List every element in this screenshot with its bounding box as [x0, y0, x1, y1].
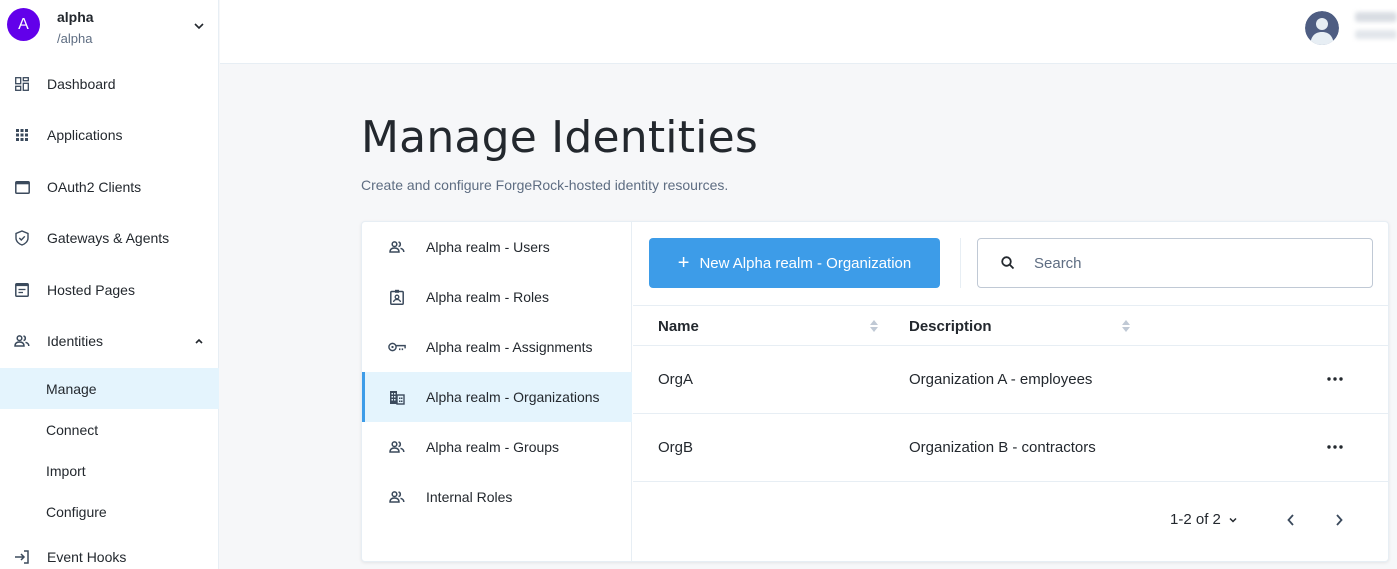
org-description: Organization A - employees: [909, 371, 1093, 388]
more-actions-icon[interactable]: [1325, 440, 1345, 454]
sidebar-item-dashboard[interactable]: Dashboard: [0, 64, 219, 104]
tab-label: Alpha realm - Roles: [426, 289, 549, 305]
people-icon: [388, 438, 406, 456]
building-icon: [388, 388, 406, 406]
realm-switcher[interactable]: A alpha /alpha: [0, 0, 219, 58]
window-icon: [14, 179, 30, 195]
sort-icon[interactable]: [1121, 318, 1131, 334]
key-icon: [388, 338, 406, 356]
people-icon: [388, 488, 406, 506]
identity-type-tabs: Alpha realm - Users Alpha realm - Roles …: [362, 222, 632, 561]
tab-internal-roles[interactable]: Internal Roles: [362, 472, 632, 522]
sidebar-subitem-import[interactable]: Import: [0, 450, 219, 491]
sidebar-subitem-label: Configure: [46, 503, 107, 520]
page-size-dropdown[interactable]: 1-2 of 2: [1170, 511, 1239, 528]
sidebar-item-label: Identities: [47, 333, 104, 349]
realm-name: alpha: [57, 9, 94, 25]
chevron-down-icon: [1229, 517, 1237, 523]
search-input[interactable]: [1034, 239, 1354, 287]
web-page-icon: [14, 282, 30, 298]
tab-alpha-organizations[interactable]: Alpha realm - Organizations: [362, 372, 632, 422]
org-description: Organization B - contractors: [909, 439, 1096, 456]
page-title: Manage Identities: [361, 112, 758, 163]
organizations-panel: + New Alpha realm - Organization Name De…: [633, 222, 1388, 561]
plus-icon: +: [677, 252, 690, 274]
apps-grid-icon: [14, 127, 30, 143]
sidebar-subitem-configure[interactable]: Configure: [0, 491, 219, 532]
login-arrow-icon: [14, 549, 30, 565]
user-silhouette-icon: [1305, 11, 1339, 45]
sidebar-subitem-label: Connect: [46, 421, 99, 438]
sidebar-subitem-label: Import: [46, 462, 86, 479]
page-subtitle: Create and configure ForgeRock-hosted id…: [361, 177, 729, 193]
sidebar-item-event-hooks[interactable]: Event Hooks: [0, 537, 219, 569]
sidebar-item-label: Gateways & Agents: [47, 230, 170, 246]
sidebar-item-label: Event Hooks: [47, 549, 127, 565]
chevron-right-icon: [1336, 514, 1343, 526]
tab-label: Alpha realm - Users: [426, 239, 550, 255]
user-avatar[interactable]: [1305, 11, 1339, 45]
tab-label: Alpha realm - Groups: [426, 439, 560, 455]
tab-alpha-assignments[interactable]: Alpha realm - Assignments: [362, 322, 632, 372]
dashboard-icon: [14, 76, 30, 92]
column-header-description[interactable]: Description: [909, 306, 992, 346]
sort-icon[interactable]: [869, 318, 879, 334]
user-email-redacted: [1355, 30, 1397, 39]
tab-label: Internal Roles: [426, 489, 513, 505]
table-row[interactable]: OrgB Organization B - contractors: [633, 414, 1388, 482]
sidebar-subitem-label: Manage: [46, 380, 97, 397]
tab-alpha-groups[interactable]: Alpha realm - Groups: [362, 422, 632, 472]
tab-label: Alpha realm - Assignments: [426, 339, 593, 355]
sidebar-item-oauth2-clients[interactable]: OAuth2 Clients: [0, 167, 219, 207]
new-organization-button[interactable]: + New Alpha realm - Organization: [649, 238, 940, 288]
realm-avatar: A: [7, 8, 40, 41]
top-bar: [220, 0, 1397, 64]
chevron-left-icon: [1287, 514, 1294, 526]
new-organization-label: New Alpha realm - Organization: [699, 254, 912, 272]
sidebar-item-label: Hosted Pages: [47, 282, 135, 298]
next-page-button[interactable]: [1331, 512, 1347, 528]
identities-card: Alpha realm - Users Alpha realm - Roles …: [361, 221, 1389, 562]
tab-label: Alpha realm - Organizations: [426, 389, 600, 405]
sidebar-item-gateways-agents[interactable]: Gateways & Agents: [0, 218, 219, 258]
people-icon: [388, 238, 406, 256]
people-icon: [14, 333, 30, 349]
sidebar-item-label: OAuth2 Clients: [47, 179, 142, 195]
org-name: OrgB: [658, 439, 694, 456]
shield-check-icon: [14, 230, 30, 246]
table-header: Name Description: [633, 305, 1388, 346]
search-icon: [1001, 256, 1015, 270]
chevron-up-icon[interactable]: [193, 335, 205, 347]
sidebar-item-label: Dashboard: [47, 76, 116, 92]
more-actions-icon[interactable]: [1325, 372, 1345, 386]
badge-icon: [388, 288, 406, 306]
pagination-range: 1-2 of 2: [1170, 511, 1221, 528]
tab-alpha-roles[interactable]: Alpha realm - Roles: [362, 272, 632, 322]
sidebar-subitem-connect[interactable]: Connect: [0, 409, 219, 450]
search-field[interactable]: [977, 238, 1373, 288]
realm-path: /alpha: [57, 31, 93, 46]
table-row[interactable]: OrgA Organization A - employees: [633, 346, 1388, 414]
tab-alpha-users[interactable]: Alpha realm - Users: [362, 222, 632, 272]
sidebar-subitem-manage[interactable]: Manage: [0, 368, 219, 409]
toolbar-divider: [960, 238, 961, 288]
sidebar-item-label: Applications: [47, 127, 123, 143]
column-header-name[interactable]: Name: [658, 306, 699, 346]
previous-page-button[interactable]: [1283, 512, 1299, 528]
user-name-redacted: [1355, 12, 1397, 22]
sidebar: A alpha /alpha Dashboard Applications OA…: [0, 0, 219, 569]
chevron-down-icon[interactable]: [192, 19, 206, 33]
sidebar-item-applications[interactable]: Applications: [0, 115, 219, 155]
sidebar-item-hosted-pages[interactable]: Hosted Pages: [0, 270, 219, 310]
org-name: OrgA: [658, 371, 694, 388]
sidebar-item-identities[interactable]: Identities: [0, 321, 219, 361]
